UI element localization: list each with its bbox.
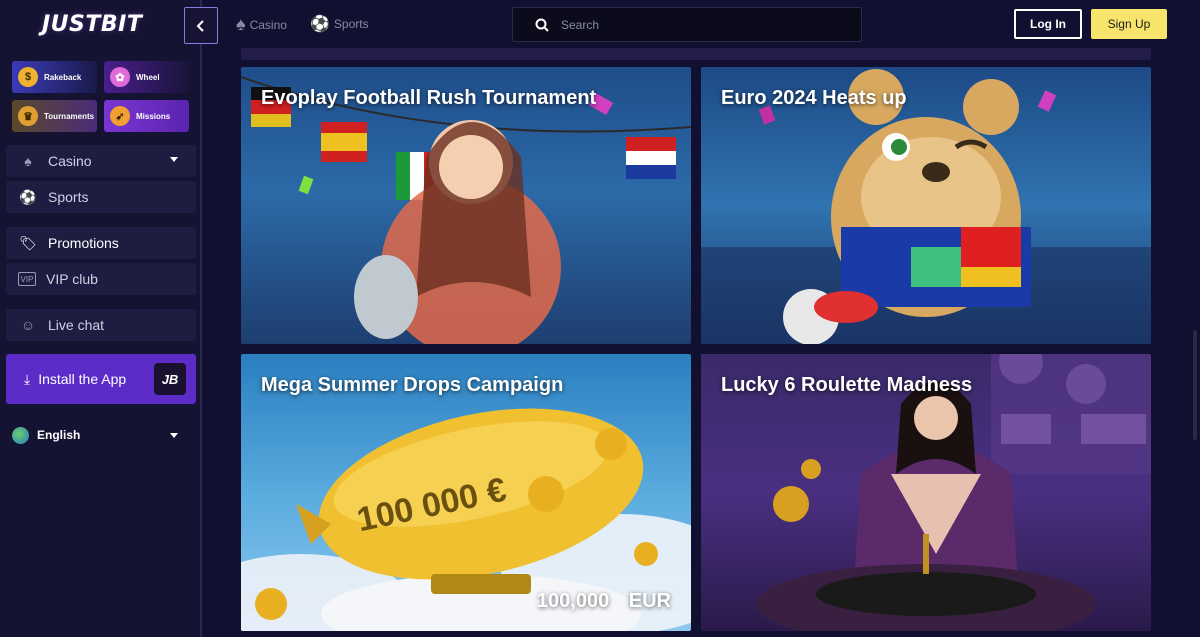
coins-icon: $ [18,67,38,87]
search-input[interactable] [561,17,841,32]
search-icon [535,18,549,32]
promo-card[interactable]: 100 000 € Mega Summer Drops Campaign 100… [241,354,691,631]
quick-link-wheel[interactable]: ✿ Wheel [104,61,189,93]
promo-card[interactable]: Lucky 6 Roulette Madness [701,354,1151,631]
sidebar-item-live-chat[interactable]: ☺ Live chat [6,309,196,341]
quick-link-tournaments[interactable]: ♛ Tournaments [12,100,97,132]
prize-amount: 100,000 [536,590,610,612]
globe-icon [12,426,29,444]
headset-icon: ☺ [20,317,36,333]
chevron-left-icon [196,19,204,32]
language-label: English [37,428,81,442]
quick-link-missions[interactable]: ➶ Missions [104,100,189,132]
signup-button[interactable]: Sign Up [1091,9,1167,39]
prize-currency: EUR [628,590,671,612]
quick-link-label: Missions [136,111,171,121]
sidebar-item-casino[interactable]: ♠ Casino [6,145,196,177]
spade-icon: ♠ [24,153,32,169]
install-app-button[interactable]: ⤓ Install the App JB [6,354,196,404]
language-selector[interactable]: English [12,424,192,446]
soccer-ball-icon: ⚽ [310,16,330,33]
rocket-icon: ➶ [110,106,130,126]
quick-link-label: Rakeback [44,72,82,82]
vip-icon: VIP [18,272,36,286]
logo[interactable]: JUSTBIT [42,12,142,37]
install-app-label: Install the App [38,371,127,387]
sidebar-item-label: Casino [48,153,92,169]
prize-label: 100,000 EUR [537,590,671,613]
sidebar-item-label: Sports [48,189,89,205]
promo-card[interactable]: Evoplay Football Rush Tournament [241,67,691,344]
wheel-icon: ✿ [110,67,130,87]
quick-link-rakeback[interactable]: $ Rakeback [12,61,97,93]
sidebar-item-promotions[interactable]: 🏷 Promotions [6,227,196,259]
sidebar: JUSTBIT $ Rakeback ✿ Wheel ♛ Tournaments… [0,0,202,637]
sidebar-item-label: VIP club [46,271,98,287]
header-sports-label: Sports [333,17,369,31]
sidebar-item-sports[interactable]: ⚽ Sports [6,181,196,213]
tag-icon: 🏷 [19,234,37,251]
promo-title: Lucky 6 Roulette Madness [721,374,973,396]
scrollbar-thumb[interactable] [1193,330,1197,440]
trophy-icon: ♛ [18,106,38,126]
promo-title: Evoplay Football Rush Tournament [261,87,597,109]
collapse-sidebar-button[interactable] [184,7,218,44]
promo-title: Mega Summer Drops Campaign [261,374,564,396]
promo-title: Euro 2024 Heats up [721,87,907,109]
header-casino-label: Casino [249,17,287,32]
app-badge: JB [154,363,186,395]
sidebar-item-label: Live chat [48,317,105,333]
soccer-ball-icon: ⚽ [19,188,37,205]
previous-row-cards [241,48,1151,60]
sidebar-item-label: Promotions [48,235,119,251]
sidebar-item-vip[interactable]: VIP VIP club [6,263,196,295]
header-casino-link[interactable]: ♠ Casino [236,14,287,35]
login-button[interactable]: Log In [1014,9,1082,39]
chevron-down-icon [170,157,178,162]
promo-card[interactable]: Euro 2024 Heats up [701,67,1151,344]
search-bar[interactable] [512,7,862,42]
quick-link-label: Wheel [136,72,160,82]
download-icon: ⤓ [24,370,31,387]
chevron-down-icon [170,433,178,438]
app-root: JUSTBIT $ Rakeback ✿ Wheel ♛ Tournaments… [0,0,1200,637]
quick-link-label: Tournaments [44,111,95,121]
spade-icon: ♠ [236,14,246,34]
header-sports-link[interactable]: ⚽ Sports [310,14,369,34]
